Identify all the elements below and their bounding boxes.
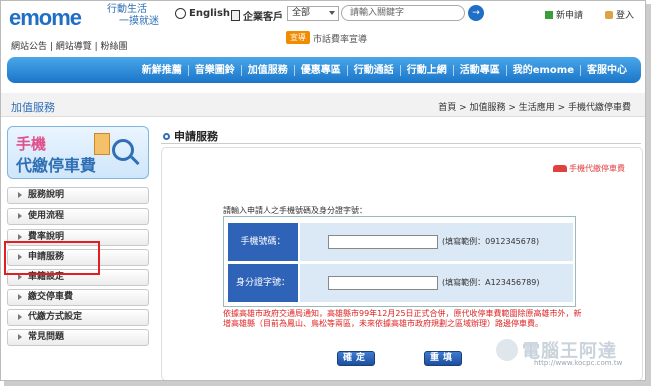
- nav-item-events[interactable]: 活動專區: [452, 64, 506, 76]
- chevron-down-icon: [329, 11, 335, 15]
- watermark-url: http://www.kocpc.com.tw: [534, 359, 623, 367]
- id-label: 身分證字號：: [228, 264, 298, 302]
- scope-select-value: 全部: [292, 8, 311, 18]
- login-label: 登入: [616, 11, 635, 21]
- sidebar-item-label: 代繳方式設定: [28, 312, 83, 322]
- new-apply-icon: [545, 10, 553, 19]
- slogan: 行動生活 一摸就迷: [107, 4, 159, 28]
- phone-input[interactable]: [328, 235, 438, 249]
- reset-button[interactable]: 重填: [424, 351, 462, 366]
- sidebar-item-label: 使用流程: [28, 211, 65, 221]
- circle-bullet-icon: [163, 132, 170, 140]
- building-icon: [231, 10, 240, 21]
- new-apply-label: 新申請: [556, 11, 584, 21]
- emome-logo[interactable]: emome: [9, 5, 82, 31]
- nav-item-music[interactable]: 音樂圖鈴: [187, 64, 241, 76]
- frame-shadow-bottom: [4, 381, 650, 386]
- sidebar-banner[interactable]: 手機 代繳停車費: [7, 126, 149, 179]
- slogan-line-1: 行動生活: [107, 4, 147, 15]
- magnifier-handle: [130, 155, 140, 166]
- nav-item-support[interactable]: 客服中心: [580, 64, 633, 76]
- breadcrumb[interactable]: 首頁 > 加值服務 > 生活應用 > 手機代繳停車費: [438, 100, 631, 113]
- sidebar-item-payment-method[interactable]: 代繳方式設定: [7, 309, 149, 326]
- new-apply-link[interactable]: 新申請: [545, 8, 583, 21]
- english-label: English: [189, 8, 231, 19]
- notice-text: 依據高雄市政府交通局通知，高雄縣市99年12月25日正式合併，原代收停車費範圍除…: [223, 309, 582, 328]
- promo-badge: 宣導: [286, 31, 310, 44]
- sidebar-item-service-info[interactable]: 服務說明: [7, 187, 149, 204]
- main-nav: 新鮮推薦 音樂圖鈴 加值服務 優惠專區 行動通話 行動上網 活動專區 我的emo…: [7, 57, 641, 83]
- confirm-button[interactable]: 確定: [337, 351, 375, 366]
- title-divider: [161, 143, 641, 144]
- arrow-right-icon: [18, 333, 22, 340]
- brand-tag-text: 手機代繳停車費: [569, 164, 625, 173]
- id-input[interactable]: [328, 276, 438, 290]
- service-brand-tag: 手機代繳停車費: [553, 163, 625, 174]
- enterprise-link[interactable]: 企業客戶: [231, 8, 283, 23]
- sidebar-item-pay-fee[interactable]: 繳交停車費: [7, 289, 149, 306]
- id-row: 身分證字號： (填寫範例：A123456789): [228, 264, 573, 302]
- english-link[interactable]: English: [175, 8, 230, 19]
- content-title-text: 申請服務: [174, 130, 218, 143]
- search-button[interactable]: →: [468, 5, 484, 21]
- nav-item-my-emome[interactable]: 我的emome: [505, 64, 580, 76]
- nav-item-calls[interactable]: 行動通話: [346, 64, 400, 76]
- scope-select[interactable]: 全部: [287, 6, 339, 21]
- watermark: 電腦王阿達 http://www.kocpc.com.tw: [496, 337, 622, 367]
- arrow-right-icon: [18, 293, 22, 300]
- search-input[interactable]: 請輸入關鍵字: [341, 5, 465, 21]
- sub-nav-links[interactable]: 網站公告 | 網站導覽 | 粉絲團: [11, 39, 128, 52]
- lock-icon: [605, 10, 613, 19]
- section-title: 加值服務: [11, 101, 55, 114]
- arrow-right-icon: [18, 313, 22, 320]
- enterprise-label: 企業客戶: [243, 12, 283, 23]
- sidebar-item-process[interactable]: 使用流程: [7, 208, 149, 225]
- phone-hint: (填寫範例：0912345678): [442, 237, 540, 246]
- phone-cell: (填寫範例：0912345678): [300, 223, 573, 261]
- mascot-icon: [496, 339, 518, 361]
- slogan-line-2: 一摸就迷: [119, 16, 159, 27]
- car-icon: [553, 165, 567, 172]
- login-link[interactable]: 登入: [605, 8, 634, 21]
- page-frame: emome 行動生活 一摸就迷 English 企業客戶 全部 請輸入關鍵字 →…: [0, 0, 646, 381]
- nav-item-fresh[interactable]: 新鮮推薦: [136, 65, 188, 76]
- nav-item-value-added[interactable]: 加值服務: [240, 64, 294, 76]
- sidebar-item-label: 服務說明: [28, 190, 65, 200]
- sidebar-item-label: 常見問題: [28, 332, 65, 342]
- top-bar: emome 行動生活 一摸就迷 English 企業客戶 全部 請輸入關鍵字 →…: [1, 1, 645, 31]
- arrow-right-icon: [18, 191, 22, 198]
- id-cell: (填寫範例：A123456789): [300, 264, 573, 302]
- nav-item-deals[interactable]: 優惠專區: [293, 64, 347, 76]
- content-title: 申請服務: [163, 128, 218, 144]
- arrow-right-icon: [18, 212, 22, 219]
- phone-label: 手機號碼：: [228, 223, 298, 261]
- apply-form: 手機號碼： (填寫範例：0912345678) 身分證字號： (填寫範例：A12…: [223, 216, 576, 307]
- frame-shadow-right: [646, 4, 651, 386]
- nav-item-mobile-web[interactable]: 行動上網: [399, 64, 453, 76]
- phone-row: 手機號碼： (填寫範例：0912345678): [228, 223, 573, 261]
- highlight-box: [4, 241, 100, 275]
- id-hint: (填寫範例：A123456789): [442, 278, 540, 287]
- document-icon: [94, 133, 110, 155]
- section-header: 加值服務 首頁 > 加值服務 > 生活應用 > 手機代繳停車費: [1, 93, 645, 117]
- arrow-right-icon: [18, 233, 22, 240]
- form-instruction: 請輸入申請人之手機號碼及身分證字號：: [223, 206, 367, 215]
- banner-line-2: 代繳停車費: [16, 156, 97, 175]
- globe-icon: [175, 8, 186, 19]
- sidebar-item-faq[interactable]: 常見問題: [7, 329, 149, 346]
- banner-line-1: 手機: [16, 135, 47, 153]
- promo-link[interactable]: 市話費率宣導: [313, 32, 367, 45]
- sidebar-item-label: 繳交停車費: [28, 292, 74, 302]
